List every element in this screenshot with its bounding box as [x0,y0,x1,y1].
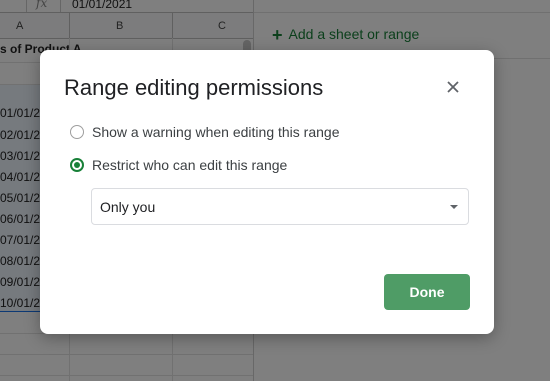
close-icon [447,81,459,93]
option-restrict-editing[interactable]: Restrict who can edit this range [70,155,287,175]
close-button[interactable] [442,76,464,98]
range-permissions-dialog: Range editing permissions Show a warning… [40,50,494,334]
done-button[interactable]: Done [384,274,470,310]
radio-restrict-editing[interactable] [70,158,84,172]
restrict-who-dropdown[interactable]: Only you [91,188,469,225]
option-restrict-editing-label: Restrict who can edit this range [92,157,288,173]
option-show-warning[interactable]: Show a warning when editing this range [70,122,340,142]
option-show-warning-label: Show a warning when editing this range [92,124,340,140]
dropdown-selected-value: Only you [100,199,156,215]
chevron-down-icon [450,205,458,209]
dialog-title: Range editing permissions [64,75,324,100]
radio-show-warning[interactable] [70,125,84,139]
